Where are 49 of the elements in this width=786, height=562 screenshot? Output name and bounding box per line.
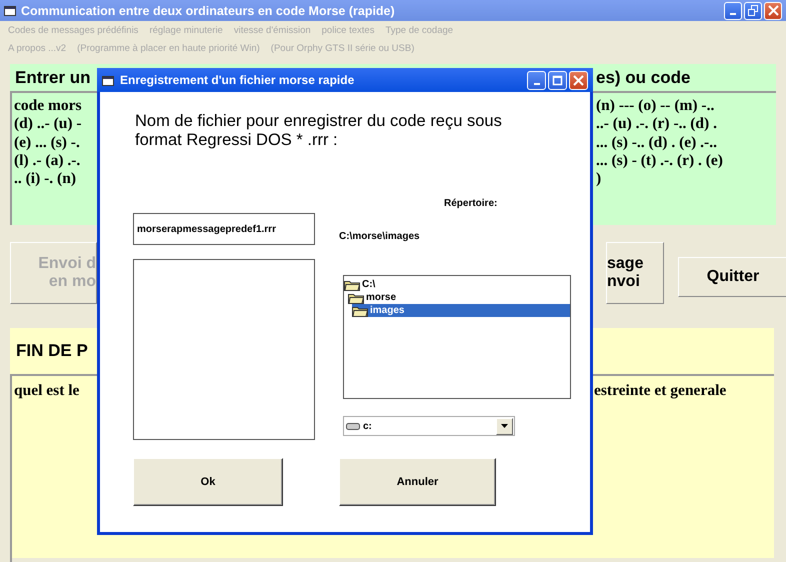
folder-item[interactable]: C:\ bbox=[344, 278, 378, 291]
dialog-button[interactable]: Annuler bbox=[339, 458, 496, 506]
file-list[interactable] bbox=[133, 259, 315, 440]
minimize-icon bbox=[730, 13, 736, 15]
panel-heading: FIN DE P bbox=[16, 341, 88, 361]
restore-button[interactable] bbox=[744, 2, 762, 20]
window-title: Communication entre deux ordinateurs en code Morse (rapide) bbox=[21, 4, 395, 18]
minimize-button[interactable] bbox=[527, 70, 546, 90]
text-line: ) bbox=[596, 170, 602, 188]
text-line: (l) .- (a) .-. bbox=[14, 152, 82, 170]
message-button[interactable]: sage nvoi bbox=[606, 242, 664, 304]
folder-icon bbox=[344, 278, 360, 290]
app-icon bbox=[102, 74, 114, 86]
close-icon bbox=[768, 5, 778, 16]
restore-icon bbox=[748, 5, 758, 16]
text-line: ... (s) - (t) .-. (r) . (e) bbox=[596, 152, 724, 170]
text-line: (n) --- (o) -- (m) -.. bbox=[596, 97, 716, 116]
panel-heading: es) ou code bbox=[596, 68, 692, 88]
maximize-icon bbox=[552, 74, 563, 86]
text-line: (e) ... (s) -. bbox=[14, 134, 81, 152]
dialog-button[interactable]: Ok bbox=[133, 458, 283, 506]
folder-icon bbox=[352, 304, 368, 316]
maximize-button[interactable] bbox=[548, 70, 567, 90]
message-text: estreinte et generale bbox=[594, 382, 728, 401]
minimize-icon bbox=[534, 82, 540, 84]
directory-label: Répertoire: bbox=[444, 198, 498, 209]
text-line: (d) ..- (u) - bbox=[14, 115, 83, 134]
app-icon bbox=[4, 5, 16, 16]
folder-item[interactable]: morse bbox=[348, 291, 398, 304]
directory-path: C:\morse\images bbox=[339, 231, 421, 242]
folder-tree[interactable]: C:\ morse images bbox=[343, 275, 571, 399]
panel-heading: Entrer un bbox=[14, 68, 92, 88]
text-line: code mors bbox=[14, 97, 83, 116]
message-text: quel est le bbox=[13, 382, 80, 401]
close-button[interactable] bbox=[764, 2, 782, 20]
text-line: ... (s) -.. (d) . (e) .-.. bbox=[596, 134, 718, 152]
close-icon bbox=[573, 74, 584, 86]
drive-dropdown[interactable]: c: bbox=[343, 416, 515, 436]
text-line: .. (i) -. (n) bbox=[14, 170, 77, 188]
dialog-title: Enregistrement d'un fichier morse rapide bbox=[120, 73, 354, 87]
text-line: ..- (u) .-. (r) -.. (d) . bbox=[596, 115, 718, 134]
folder-item[interactable]: images bbox=[352, 304, 570, 317]
close-button[interactable] bbox=[569, 70, 588, 90]
folder-icon bbox=[348, 292, 364, 304]
minimize-button[interactable] bbox=[724, 2, 742, 20]
filename-field[interactable]: morserapmessagepredef1.rrr bbox=[133, 213, 315, 245]
drive-icon bbox=[346, 422, 360, 430]
quit-button[interactable]: Quitter bbox=[678, 257, 786, 297]
prompt-text: Nom de fichier pour enregistrer du code reçu sous format Regressi DOS * .rrr : bbox=[135, 112, 503, 150]
